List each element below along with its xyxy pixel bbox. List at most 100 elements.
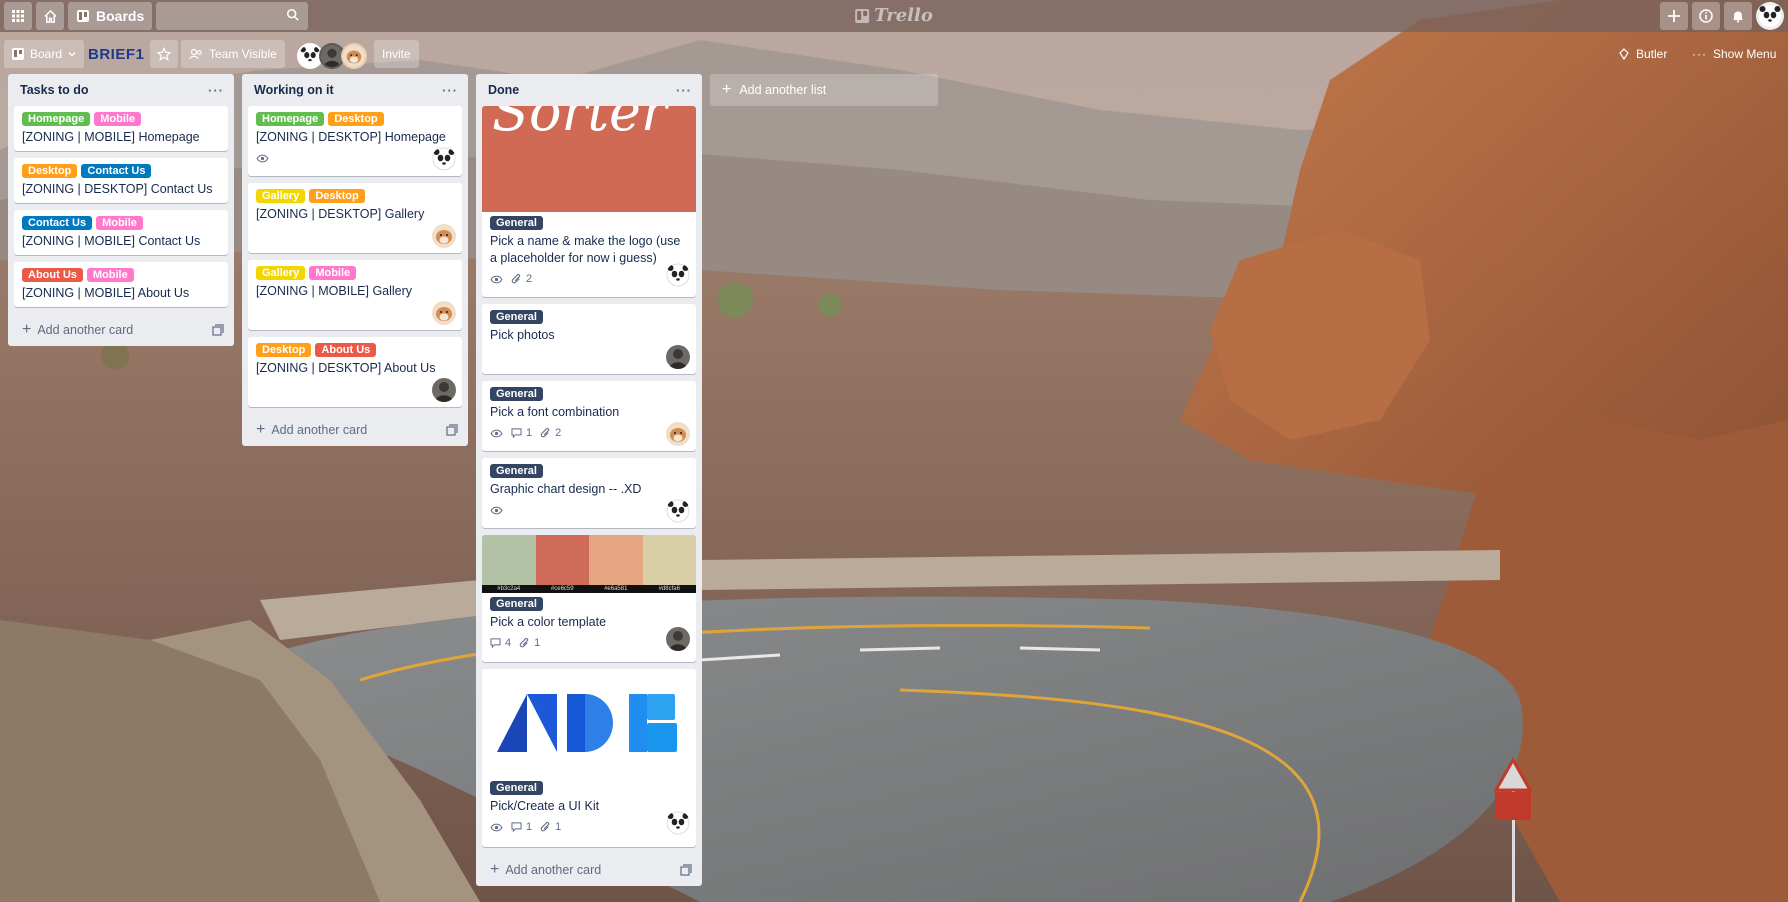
card-member[interactable]	[432, 147, 456, 171]
trello-logo[interactable]: Trello	[855, 5, 933, 26]
card-title: Pick a name & make the logo (use a place…	[490, 234, 681, 265]
search-input[interactable]	[156, 3, 293, 29]
add-card-button[interactable]: + Add another card	[242, 414, 468, 446]
card-label: Homepage	[22, 112, 91, 126]
apps-menu-button[interactable]	[4, 2, 32, 30]
card[interactable]: #b3c2a4 #ce6c59 #e6a581 #d8cfa6 General …	[482, 535, 696, 662]
add-card-label: Add another card	[505, 863, 602, 877]
card-template-icon[interactable]	[212, 324, 224, 336]
card-member[interactable]	[432, 301, 456, 325]
create-button[interactable]	[1660, 2, 1688, 30]
list-title[interactable]: Done	[488, 83, 676, 97]
card-member[interactable]	[666, 627, 690, 651]
top-header: Boards Trello	[0, 0, 1788, 32]
card-label: Mobile	[86, 268, 134, 282]
list-title[interactable]: Tasks to do	[20, 83, 208, 97]
comments-badge: 1	[511, 427, 532, 439]
attachments-badge: 2	[540, 427, 561, 439]
butler-button[interactable]: Butler	[1610, 40, 1675, 68]
notifications-button[interactable]	[1724, 2, 1752, 30]
card-labels: Desktop About Us	[256, 343, 454, 357]
card-badges	[490, 502, 688, 518]
card-label: General	[490, 310, 543, 324]
eye-icon	[256, 154, 269, 162]
attachments-count: 2	[555, 427, 562, 439]
dog-avatar-icon	[432, 301, 456, 325]
panda-avatar-icon	[666, 811, 690, 835]
card[interactable]: General Pick/Create a UI Kit 1 1	[482, 669, 696, 847]
board-view-switcher[interactable]: Board	[4, 40, 85, 68]
attachments-badge: 1	[519, 637, 540, 649]
card-member[interactable]	[666, 499, 690, 523]
card-member[interactable]	[666, 422, 690, 446]
show-menu-button[interactable]: ··· Show Menu	[1684, 40, 1784, 68]
invite-button[interactable]: Invite	[374, 40, 419, 68]
header-right-actions	[1660, 2, 1784, 30]
panda-avatar-icon	[666, 499, 690, 523]
home-button[interactable]	[36, 2, 64, 30]
card-member[interactable]	[666, 263, 690, 287]
card[interactable]: Homepage Mobile [ZONING | MOBILE] Homepa…	[14, 106, 228, 151]
palette-code: #ce6c59	[535, 585, 589, 593]
show-menu-label: Show Menu	[1713, 47, 1777, 61]
paperclip-icon	[519, 637, 529, 647]
list-header: Working on it ···	[242, 74, 468, 106]
eye-icon	[490, 275, 503, 283]
card[interactable]: About Us Mobile [ZONING | MOBILE] About …	[14, 262, 228, 307]
card-member[interactable]	[432, 378, 456, 402]
add-card-button[interactable]: + Add another card	[8, 314, 234, 346]
comments-count: 4	[505, 637, 512, 649]
panda-avatar-icon	[299, 45, 321, 67]
list-menu-icon[interactable]: ···	[208, 83, 224, 98]
card-badges	[256, 150, 454, 166]
card[interactable]: General Graphic chart design -- .XD	[482, 458, 696, 528]
grid-icon	[12, 10, 24, 22]
card[interactable]: Desktop About Us [ZONING | DESKTOP] Abou…	[248, 337, 462, 407]
board-title[interactable]: BRIEF1	[80, 40, 152, 68]
card-title: Pick photos	[490, 328, 555, 342]
card-member[interactable]	[666, 811, 690, 835]
card-labels: Gallery Desktop	[256, 189, 454, 203]
card[interactable]: Gallery Mobile [ZONING | MOBILE] Gallery	[248, 260, 462, 330]
board-members	[297, 43, 367, 69]
card-title: [ZONING | DESKTOP] Homepage	[256, 130, 446, 144]
add-list-button[interactable]: + Add another list	[710, 74, 938, 106]
card-template-icon[interactable]	[446, 424, 458, 436]
list-cards: Homepage Mobile [ZONING | MOBILE] Homepa…	[8, 106, 234, 307]
search-box[interactable]	[156, 2, 309, 30]
list-title[interactable]: Working on it	[254, 83, 442, 97]
star-board-button[interactable]	[150, 40, 178, 68]
list-menu-icon[interactable]: ···	[442, 83, 458, 98]
palette-code: #d8cfa6	[642, 585, 696, 593]
card-template-icon[interactable]	[680, 864, 692, 876]
list-menu-icon[interactable]: ···	[676, 83, 692, 98]
member-avatar-shiba[interactable]	[341, 43, 367, 69]
boards-button[interactable]: Boards	[68, 2, 153, 30]
palette-swatch: #ce6c59	[535, 535, 589, 593]
card[interactable]: Contact Us Mobile [ZONING | MOBILE] Cont…	[14, 210, 228, 255]
person-avatar-icon	[666, 345, 690, 369]
trello-logo-text: Trello	[874, 5, 933, 26]
card[interactable]: Homepage Desktop [ZONING | DESKTOP] Home…	[248, 106, 462, 176]
card-labels: About Us Mobile	[22, 268, 220, 282]
card-label: Contact Us	[81, 164, 152, 178]
card[interactable]: General Pick photos	[482, 304, 696, 374]
card[interactable]: General Pick a font combination 1 2	[482, 381, 696, 451]
comments-count: 1	[526, 427, 533, 439]
card[interactable]: Gallery Desktop [ZONING | DESKTOP] Galle…	[248, 183, 462, 253]
card-label: General	[490, 387, 543, 401]
user-avatar-panda[interactable]	[1756, 2, 1784, 30]
plus-icon: +	[722, 81, 732, 98]
team-visible-button[interactable]: Team Visible	[181, 40, 285, 68]
panda-avatar-icon	[666, 263, 690, 287]
search-icon[interactable]	[286, 8, 300, 22]
card-member[interactable]	[666, 345, 690, 369]
card[interactable]: Sorter General Pick a name & make the lo…	[482, 106, 696, 297]
list-cards: Homepage Desktop [ZONING | DESKTOP] Home…	[242, 106, 468, 407]
card-member[interactable]	[432, 224, 456, 248]
chevron-down-icon	[68, 52, 76, 57]
add-card-button[interactable]: + Add another card	[476, 854, 702, 886]
card-label: General	[490, 464, 543, 478]
info-button[interactable]	[1692, 2, 1720, 30]
card[interactable]: Desktop Contact Us [ZONING | DESKTOP] Co…	[14, 158, 228, 203]
